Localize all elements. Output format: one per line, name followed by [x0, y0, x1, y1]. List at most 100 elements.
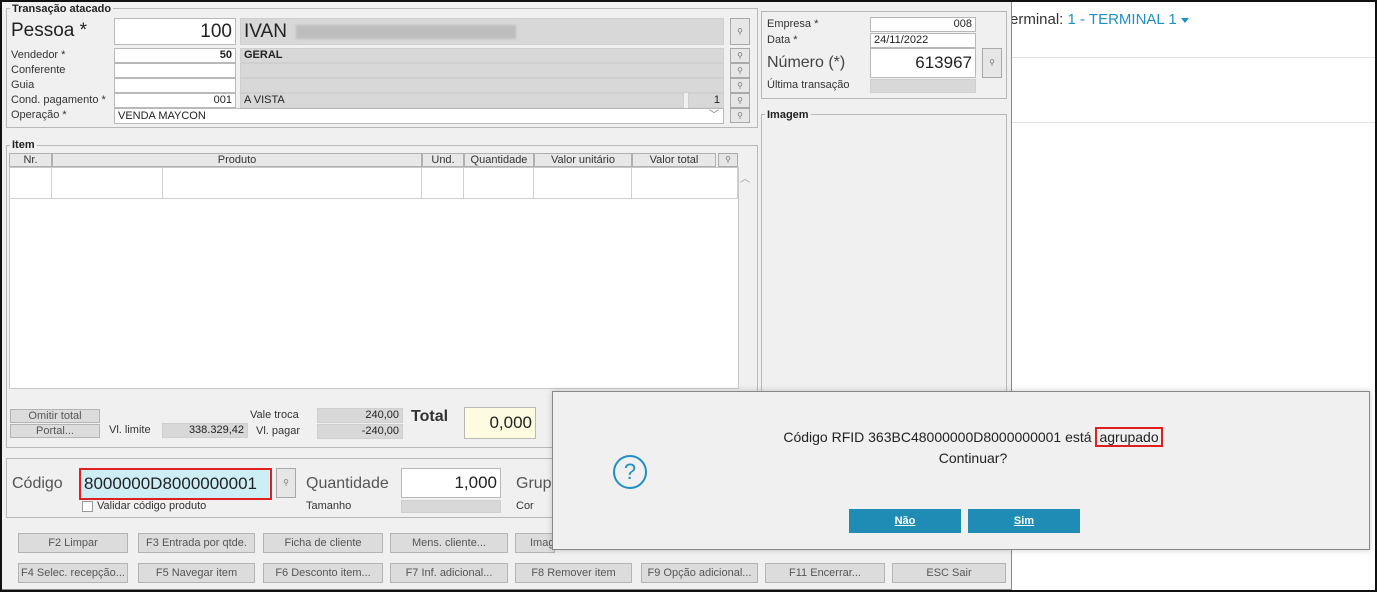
f3-entrada-qtde-button[interactable]: F3 Entrada por qtde.: [138, 533, 255, 553]
portal-button[interactable]: Portal...: [10, 424, 100, 438]
numero-search-button[interactable]: ⚲: [982, 48, 1002, 78]
conferente-input[interactable]: [114, 63, 236, 78]
pessoa-label: Pessoa *: [11, 20, 88, 41]
numero-label: Número (*): [767, 54, 846, 71]
guia-input[interactable]: [114, 78, 236, 93]
dialog-message-line2: Continuar?: [938, 450, 1008, 466]
f7-inf-adicional-button[interactable]: F7 Inf. adicional...: [390, 563, 508, 583]
pessoa-name-field: IVAN: [240, 18, 724, 45]
empresa-input[interactable]: 008: [870, 17, 976, 32]
col-valor-total[interactable]: Valor total: [632, 153, 716, 167]
validar-checkbox[interactable]: [82, 501, 93, 512]
divider: [1012, 122, 1375, 123]
guia-search-button[interactable]: ⚲: [730, 78, 750, 93]
cond-pagamento-name-field: A VISTA: [240, 93, 684, 108]
dialog-message-highlight: agrupado: [1095, 427, 1163, 447]
guia-name-field: [240, 78, 724, 93]
f5-navegar-item-button[interactable]: F5 Navegar item: [138, 563, 255, 583]
ficha-cliente-button[interactable]: Ficha de cliente: [263, 533, 383, 553]
f4-selec-recepcao-button[interactable]: F4 Selec. recepção...: [18, 563, 128, 583]
operacao-label: Operação *: [11, 109, 67, 121]
redacted-block: [296, 24, 517, 39]
vale-troca-label: Vale troca: [250, 409, 299, 421]
vl-pagar-value: -240,00: [317, 424, 403, 439]
col-produto[interactable]: Produto: [52, 153, 422, 167]
terminal-value[interactable]: 1 - TERMINAL 1: [1068, 11, 1177, 28]
conferente-search-button[interactable]: ⚲: [730, 63, 750, 78]
vendedor-label: Vendedor *: [11, 49, 66, 61]
cor-label: Cor: [516, 500, 534, 512]
cond-pagamento-search-button[interactable]: ⚲: [730, 93, 750, 108]
grid-cell[interactable]: [52, 168, 163, 199]
terminal-label: erminal:: [1010, 11, 1064, 28]
cond-pagamento-code-input[interactable]: 001: [114, 93, 236, 108]
vl-limite-value: 338.329,42: [162, 423, 248, 438]
pessoa-search-button[interactable]: ⚲: [730, 18, 750, 45]
col-valor-unitario[interactable]: Valor unitário: [534, 153, 632, 167]
pessoa-name: IVAN: [244, 21, 287, 42]
chevron-down-icon[interactable]: [1180, 17, 1189, 23]
operacao-search-button[interactable]: ⚲: [730, 108, 750, 123]
f9-opcao-adicional-button[interactable]: F9 Opção adicional...: [641, 563, 758, 583]
vl-pagar-label: Vl. pagar: [256, 425, 301, 437]
operacao-select[interactable]: VENDA MAYCON ﹀: [114, 108, 724, 124]
total-label: Total: [411, 408, 449, 425]
grid-cell[interactable]: [422, 168, 464, 199]
nao-button[interactable]: Não: [849, 509, 961, 533]
conferente-name-field: [240, 63, 724, 78]
grid-config-button[interactable]: ⚲: [718, 153, 738, 167]
chevron-down-icon[interactable]: ﹀: [709, 109, 719, 123]
grid-cell[interactable]: [163, 168, 422, 199]
grid-cell[interactable]: [10, 168, 52, 199]
tamanho-label: Tamanho: [306, 500, 352, 512]
col-nr[interactable]: Nr.: [9, 153, 52, 167]
col-und[interactable]: Und.: [422, 153, 464, 167]
dialog-message: Código RFID 363BC48000000D8000000001 est…: [693, 427, 1253, 447]
data-label: Data *: [767, 34, 798, 46]
numero-input[interactable]: 613967: [870, 48, 976, 78]
cond-pagamento-count: 1: [688, 93, 724, 108]
imagem-button[interactable]: Imag: [515, 533, 555, 553]
vendedor-search-button[interactable]: ⚲: [730, 48, 750, 63]
terminal-selector[interactable]: erminal: 1 - TERMINAL 1: [1010, 11, 1189, 28]
imagem-title: Imagem: [765, 109, 811, 121]
grid-cell[interactable]: [464, 168, 534, 199]
item-group-title: Item: [10, 139, 37, 151]
conferente-label: Conferente: [11, 64, 66, 76]
codigo-value: 8000000D8000000001: [84, 474, 258, 493]
item-grid[interactable]: [9, 167, 739, 389]
f11-encerrar-button[interactable]: F11 Encerrar...: [765, 563, 885, 583]
data-input[interactable]: 24/11/2022: [870, 33, 976, 48]
vl-limite-label: Vl. limite: [109, 424, 151, 436]
omitir-total-button[interactable]: Omitir total: [10, 409, 100, 423]
vendedor-name-field: GERAL: [240, 48, 724, 63]
col-quantidade[interactable]: Quantidade: [464, 153, 534, 167]
dialog-message-text: Código RFID 363BC48000000D8000000001 est…: [783, 429, 1096, 445]
f6-desconto-item-button[interactable]: F6 Desconto item...: [263, 563, 383, 583]
mens-cliente-button[interactable]: Mens. cliente...: [390, 533, 508, 553]
question-icon: ?: [613, 455, 647, 489]
f8-remover-item-button[interactable]: F8 Remover item: [515, 563, 632, 583]
scroll-up-icon[interactable]: ︿: [740, 170, 750, 185]
quantidade-label: Quantidade: [306, 475, 389, 492]
grid-cell[interactable]: [534, 168, 632, 199]
codigo-search-button[interactable]: ⚲: [276, 468, 296, 498]
divider: [1012, 57, 1375, 58]
tamanho-field: [401, 500, 501, 513]
quantidade-input[interactable]: 1,000: [401, 468, 501, 498]
guia-label: Guia: [11, 79, 35, 91]
vendedor-code-input[interactable]: 50: [114, 48, 236, 63]
esc-sair-button[interactable]: ESC Sair: [892, 563, 1006, 583]
f2-limpar-button[interactable]: F2 Limpar: [18, 533, 128, 553]
pessoa-code-input[interactable]: 100: [114, 18, 236, 45]
grid-cell[interactable]: [632, 168, 738, 199]
ultima-transacao-field: [870, 79, 976, 93]
operacao-value: VENDA MAYCON: [118, 110, 206, 122]
confirm-dialog: ? Código RFID 363BC48000000D8000000001 e…: [552, 391, 1370, 550]
total-value: 0,000: [464, 407, 536, 439]
ultima-transacao-label: Última transação: [767, 79, 850, 91]
validar-label: Validar código produto: [97, 500, 207, 512]
imagem-group: [761, 114, 1007, 394]
sim-button[interactable]: Sim: [968, 509, 1080, 533]
codigo-input[interactable]: 8000000D8000000001: [79, 468, 272, 500]
